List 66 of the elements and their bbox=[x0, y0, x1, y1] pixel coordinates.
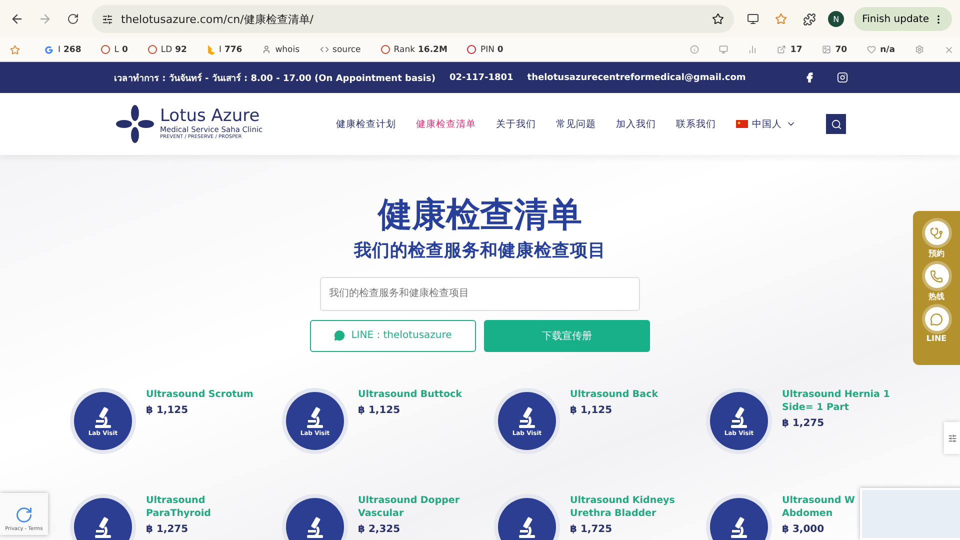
seo-metric[interactable]: L 0 bbox=[114, 44, 128, 54]
nav-link[interactable]: 联系我们 bbox=[676, 118, 716, 130]
stethoscope-icon bbox=[924, 221, 948, 245]
seo-metric[interactable]: whois bbox=[275, 44, 300, 54]
phone-number: 02-117-1801 bbox=[449, 72, 514, 82]
seo-metric[interactable]: PIN 0 bbox=[480, 44, 504, 54]
person-icon bbox=[262, 45, 272, 54]
pin-icon bbox=[467, 45, 476, 54]
service-price: ฿ 3,000 bbox=[782, 524, 824, 536]
search-button[interactable] bbox=[826, 114, 846, 134]
service-price: ฿ 1,125 bbox=[146, 405, 188, 416]
nav-link[interactable]: 常见问题 bbox=[556, 118, 596, 130]
nav-link[interactable]: 健康检查清单 bbox=[416, 118, 476, 130]
image-icon[interactable] bbox=[822, 45, 832, 54]
side-tab-icon[interactable] bbox=[944, 422, 960, 454]
link-icon[interactable] bbox=[777, 45, 786, 54]
service-price: ฿ 1,275 bbox=[146, 524, 188, 536]
recaptcha-icon bbox=[15, 506, 33, 524]
page-title: 健康检查清单 bbox=[378, 195, 582, 236]
line-chat-icon bbox=[334, 330, 346, 342]
address-bar[interactable]: thelotusazure.com/cn/健康检查清单/ bbox=[92, 5, 734, 33]
nav-link[interactable]: 健康检查计划 bbox=[336, 118, 396, 130]
heart-icon[interactable] bbox=[867, 45, 876, 54]
settings-icon[interactable] bbox=[915, 45, 924, 54]
search-icon bbox=[830, 118, 842, 130]
facebook-icon[interactable] bbox=[804, 72, 815, 83]
seo-metric: 70 bbox=[835, 44, 848, 54]
email-address: thelotusazurecentreformedical@gmail.com bbox=[527, 72, 746, 82]
language-selector[interactable]: 中国人 bbox=[752, 118, 782, 130]
circle-icon bbox=[101, 45, 110, 54]
bookmark-star-icon[interactable] bbox=[712, 13, 724, 25]
opening-hours: เวลาทำการ : วันจันทร์ - วันเสาร์ : 8.00 - 17.00 (On Appointment basis) bbox=[114, 72, 436, 84]
search-field[interactable]: 我们的检查服务和健康检查项目 bbox=[320, 276, 640, 311]
video-thumbnail-placeholder[interactable] bbox=[860, 488, 960, 540]
lotus-logo-icon bbox=[116, 105, 154, 143]
info-icon[interactable] bbox=[690, 45, 700, 54]
service-price: ฿ 1,275 bbox=[782, 418, 824, 430]
service-price: ฿ 1,725 bbox=[570, 524, 612, 536]
circle-icon bbox=[380, 45, 390, 54]
china-flag-icon bbox=[736, 120, 748, 128]
circle-icon bbox=[148, 45, 157, 54]
site-settings-icon[interactable] bbox=[102, 14, 113, 24]
seo-metric[interactable]: Rank 16.2M bbox=[394, 44, 448, 54]
seo-metric[interactable]: source bbox=[332, 44, 361, 54]
profile-avatar[interactable]: N bbox=[828, 11, 844, 27]
page-subtitle: 我们的检查服务和健康检查项目 bbox=[354, 240, 606, 262]
logo-name: Lotus Azure bbox=[160, 108, 261, 125]
seo-metric: n/a bbox=[880, 44, 895, 54]
service-price: ฿ 2,325 bbox=[358, 524, 400, 536]
google-g-icon bbox=[44, 44, 54, 54]
instagram-icon[interactable] bbox=[837, 72, 848, 83]
service-price: ฿ 1,125 bbox=[358, 405, 400, 416]
finish-update-button[interactable]: Finish update bbox=[854, 7, 952, 31]
code-icon bbox=[320, 45, 329, 54]
url-text: thelotusazure.com/cn/健康检查清单/ bbox=[121, 12, 315, 26]
phone-icon bbox=[924, 264, 948, 288]
chart-icon[interactable] bbox=[748, 45, 758, 54]
nav-link[interactable]: 关于我们 bbox=[496, 118, 536, 130]
screen-icon[interactable] bbox=[719, 45, 728, 54]
close-icon[interactable] bbox=[944, 44, 954, 54]
service-price: ฿ 1,125 bbox=[570, 405, 612, 416]
nav-link[interactable]: 加入我们 bbox=[616, 118, 656, 130]
seo-metric[interactable]: I 268 bbox=[58, 44, 82, 54]
seo-metric[interactable]: I 776 bbox=[218, 44, 242, 54]
seo-metric: 17 bbox=[790, 44, 802, 54]
seo-metric[interactable]: LD 92 bbox=[160, 44, 187, 54]
